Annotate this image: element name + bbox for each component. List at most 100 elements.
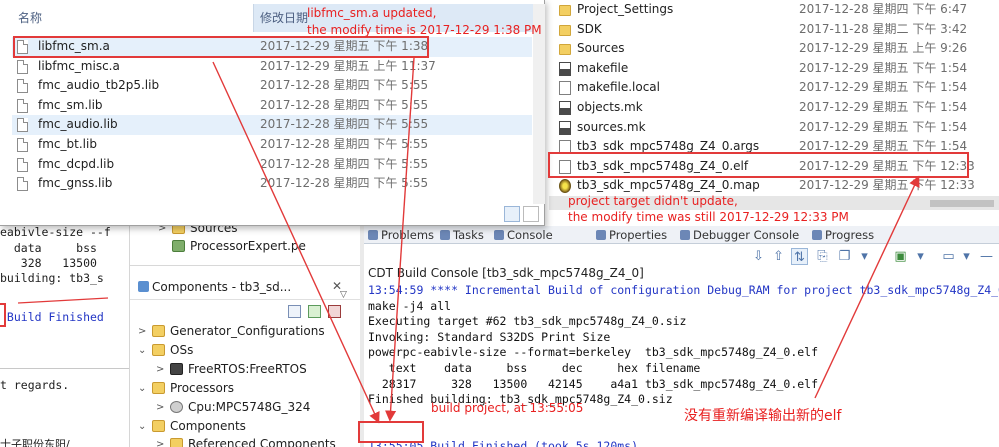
console-line: 28317 328 13500 42145 a4a1 tb3_sdk_mpc57…: [368, 376, 819, 391]
tab-problems[interactable]: Problems: [368, 228, 434, 243]
console-line: powerpc-eabivle-size --format=berkeley t…: [368, 345, 819, 360]
bg-build-finished: Build Finished: [0, 310, 104, 324]
file-date: 2017-12-28 星期四 下午 5:55: [260, 137, 429, 151]
annotation-lib-updated: libfmc_sm.a updated,: [307, 6, 437, 20]
console-line: 13:54:59 **** Incremental Build of confi…: [368, 283, 999, 297]
scrollbar-thumb[interactable]: [930, 200, 994, 207]
folder-icon: [559, 44, 571, 56]
console-line: make -j4 all: [368, 298, 452, 313]
open-console-icon[interactable]: ▣: [892, 248, 909, 265]
collapse-all-icon[interactable]: [288, 305, 301, 318]
column-name-header[interactable]: 名称: [18, 4, 42, 32]
chevron-down-icon[interactable]: ⌄: [138, 417, 150, 436]
file-icon: [17, 118, 28, 133]
scroll-lock-icon[interactable]: ⇅: [791, 248, 808, 265]
cpu-icon: [170, 401, 183, 413]
generate-code-icon[interactable]: [308, 305, 321, 318]
file-row[interactable]: fmc_bt.lib 2017-12-28 星期四 下午 5:55: [12, 135, 532, 155]
file-icon: [559, 81, 571, 96]
display-selected-console-icon[interactable]: ▭: [940, 248, 957, 265]
console-icon: [494, 230, 504, 240]
processor-expert-icon: [172, 240, 185, 252]
bg-bottom-fragment: 士子职份东阳/: [0, 438, 70, 447]
arrow-down-icon[interactable]: ⇩: [750, 248, 767, 265]
file-icon: [17, 98, 28, 113]
components-toolbar: [288, 304, 358, 320]
sash-handle[interactable]: [360, 226, 364, 447]
folder-icon: [152, 325, 165, 337]
file-row[interactable]: Sources 2017-12-29 星期五 上午 9:26: [551, 39, 997, 59]
chevron-right-icon[interactable]: >: [138, 322, 150, 341]
chevron-right-icon[interactable]: >: [156, 360, 168, 379]
file-row[interactable]: sources.mk 2017-12-29 星期五 下午 1:54: [551, 118, 997, 138]
console-line: Invoking: Standard S32DS Print Size: [368, 329, 611, 344]
chevron-down-icon[interactable]: ▾: [958, 248, 975, 265]
tab-console[interactable]: Console: [494, 228, 553, 243]
tasks-icon: [440, 230, 450, 240]
file-date: 2017-11-28 星期二 下午 3:42: [799, 21, 968, 36]
file-row[interactable]: libfmc_misc.a 2017-12-29 星期五 上午 11:37: [12, 57, 532, 77]
divider: [130, 265, 360, 266]
annotation-lib-modify-time: the modify time is 2017-12-29 1:38 PM: [307, 23, 542, 37]
large-icons-view-icon[interactable]: [523, 206, 539, 222]
folder-icon: [170, 438, 183, 447]
file-name: fmc_sm.lib: [38, 97, 103, 112]
file-date: 2017-12-29 星期五 下午 1:54: [799, 119, 968, 134]
chevron-down-icon[interactable]: ⌄: [138, 341, 150, 360]
annotation-target-modify-time: the modify time was still 2017-12-29 12:…: [568, 210, 849, 224]
minimize-icon[interactable]: —: [978, 248, 995, 265]
tab-properties[interactable]: Properties: [596, 228, 667, 243]
highlight-box-left-edge: [0, 303, 6, 327]
arrow-up-icon[interactable]: ⇧: [770, 248, 787, 265]
chevron-down-icon[interactable]: ⌄: [138, 379, 150, 398]
console-line: text data bss dec hex filename: [368, 361, 701, 375]
chevron-right-icon[interactable]: >: [156, 435, 168, 447]
copy-icon[interactable]: ❐: [836, 248, 853, 265]
annotation-chinese-note: 没有重新编译输出新的elf: [684, 408, 842, 424]
makefile-icon: [559, 61, 571, 76]
file-row[interactable]: fmc_sm.lib 2017-12-28 星期四 下午 5:55: [12, 96, 532, 116]
file-row[interactable]: makefile 2017-12-29 星期五 下午 1:54: [551, 59, 997, 79]
file-name: objects.mk: [577, 100, 643, 114]
folder-icon: [152, 420, 165, 432]
project-explorer: > Sources ProcessorExpert.pe: [130, 221, 360, 258]
chevron-down-icon[interactable]: ▾: [912, 248, 929, 265]
tab-debugger-console[interactable]: Debugger Console: [680, 228, 799, 243]
file-row[interactable]: fmc_gnss.lib 2017-12-28 星期四 下午 5:55: [12, 174, 532, 194]
chevron-right-icon[interactable]: >: [156, 398, 168, 417]
components-tab[interactable]: Components - tb3_sd... ✕: [130, 276, 360, 300]
file-row[interactable]: makefile.local 2017-12-29 星期五 下午 1:54: [551, 78, 997, 98]
console-title: CDT Build Console [tb3_sdk_mpc5748g_Z4_0…: [368, 266, 644, 280]
tab-tasks[interactable]: Tasks: [440, 228, 484, 243]
view-menu-icon[interactable]: ▽: [340, 290, 347, 300]
details-view-icon[interactable]: [504, 206, 520, 222]
folder-icon: [152, 344, 165, 356]
tab-progress[interactable]: Progress: [812, 228, 874, 243]
file-row[interactable]: fmc_dcpd.lib 2017-12-28 星期四 下午 5:55: [12, 155, 532, 175]
file-date: 2017-12-29 星期五 上午 9:26: [799, 41, 968, 56]
pin-console-icon[interactable]: ⎘: [814, 248, 831, 265]
problems-icon: [368, 230, 378, 240]
chevron-down-icon[interactable]: ▾: [856, 248, 873, 265]
file-row[interactable]: fmc_audio_tb2p5.lib 2017-12-28 星期四 下午 5:5…: [12, 76, 532, 96]
file-date: 2017-12-28 星期四 下午 5:55: [260, 78, 429, 93]
highlight-box-elf: [548, 152, 969, 178]
file-name: sources.mk: [577, 119, 646, 134]
bg-console-line: building: tb3_s: [0, 271, 104, 285]
column-date-header[interactable]: 修改日期: [260, 4, 308, 32]
file-row[interactable]: fmc_audio.lib 2017-12-28 星期四 下午 5:55: [12, 115, 532, 135]
file-name: SDK: [577, 21, 602, 36]
file-row[interactable]: SDK 2017-11-28 星期二 下午 3:42: [551, 20, 997, 40]
file-date: 2017-12-29 星期五 下午 12:33: [799, 178, 975, 193]
file-row[interactable]: objects.mk 2017-12-29 星期五 下午 1:54: [551, 98, 997, 118]
divider: [0, 368, 130, 369]
settings-icon[interactable]: [328, 305, 341, 318]
makefile-icon: [559, 120, 571, 135]
bg-regards-text: t regards.: [0, 378, 70, 392]
file-icon: [17, 177, 28, 192]
file-name: makefile.local: [577, 80, 660, 95]
components-tree: > Generator_Configurations ⌄ OSs > FreeR…: [138, 322, 360, 447]
file-row[interactable]: Project_Settings 2017-12-28 星期四 下午 6:47: [551, 0, 997, 20]
console-line: Executing target #62 tb3_sdk_mpc5748g_Z4…: [368, 314, 687, 329]
folder-icon: [152, 382, 165, 394]
